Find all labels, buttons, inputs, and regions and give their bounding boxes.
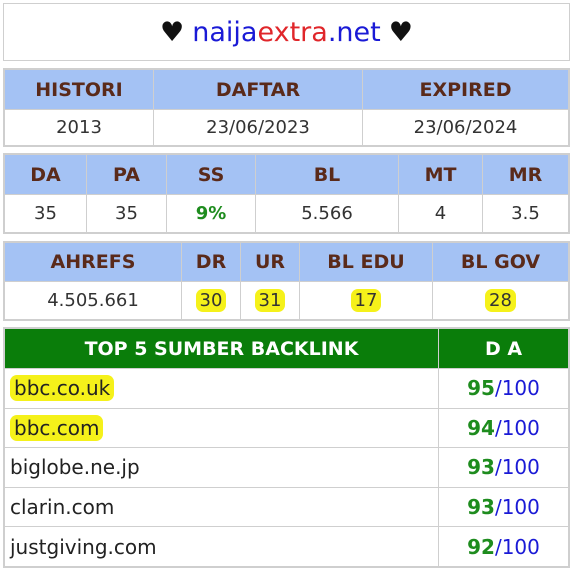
backlink-da-score: 92	[467, 534, 495, 559]
header-mt: MT	[398, 154, 483, 195]
table-row: biglobe.ne.jp 93/100	[4, 447, 569, 488]
heart-icon-left: ♥	[160, 16, 185, 48]
value-mr: 3.5	[482, 194, 569, 233]
backlink-da-score: 94	[467, 415, 495, 440]
value-bl: 5.566	[255, 194, 399, 233]
value-ur-cell: 31	[240, 281, 300, 320]
value-histori: 2013	[4, 109, 154, 146]
value-mt: 4	[398, 194, 483, 233]
backlink-site: justgiving.com	[4, 526, 439, 567]
backlink-site: bbc.co.uk	[10, 375, 115, 402]
value-ss: 9%	[166, 194, 256, 233]
header-histori: HISTORI	[4, 69, 154, 110]
table-row: bbc.co.uk 95/100	[4, 368, 569, 409]
value-expired: 23/06/2024	[362, 109, 569, 146]
value-bl-gov: 28	[485, 289, 516, 312]
value-bl-edu: 17	[350, 289, 382, 312]
backlink-site: biglobe.ne.jp	[4, 447, 439, 488]
table-row: justgiving.com 92/100	[4, 526, 569, 567]
header-top-backlink: TOP 5 SUMBER BACKLINK	[4, 328, 439, 369]
backlink-da-max: /100	[494, 455, 540, 480]
table-row: clarin.com 93/100	[4, 486, 569, 528]
header-ur: UR	[240, 242, 300, 282]
backlink-da-score: 93	[467, 495, 495, 520]
header-dr: DR	[181, 242, 241, 282]
header-ss: SS	[166, 154, 256, 195]
header-pa: PA	[86, 154, 167, 195]
header-expired: EXPIRED	[362, 69, 569, 110]
backlink-da-score: 95	[467, 376, 495, 401]
backlink-table: TOP 5 SUMBER BACKLINK D A bbc.co.uk 95/1…	[3, 327, 570, 568]
backlink-da-max: /100	[494, 534, 540, 559]
value-da: 35	[4, 194, 87, 233]
value-ur: 31	[254, 289, 286, 312]
site-name-part-naija: naija	[192, 16, 258, 48]
site-name: naijaextra.net	[192, 17, 380, 48]
table-row: bbc.com 94/100	[4, 407, 569, 449]
header-da: DA	[4, 154, 87, 195]
backlink-da-max: /100	[494, 415, 540, 440]
domain-info-table: HISTORI DAFTAR EXPIRED 2013 23/06/2023 2…	[3, 68, 570, 147]
backlink-da-score: 93	[467, 455, 495, 480]
value-pa: 35	[86, 194, 167, 233]
value-bl-gov-cell: 28	[432, 281, 569, 320]
header-bl-gov: BL GOV	[432, 242, 569, 282]
backlink-site: bbc.com	[10, 414, 104, 441]
value-ahrefs: 4.505.661	[4, 281, 182, 320]
metrics-table: DA PA SS BL MT MR 35 35 9% 5.566 4 3.5	[3, 153, 570, 234]
heart-icon-right: ♥	[388, 16, 413, 48]
site-name-part-tld: .net	[327, 16, 381, 48]
site-title-banner: ♥ naijaextra.net ♥	[3, 3, 570, 61]
site-name-part-extra: extra	[257, 16, 328, 48]
header-backlink-da: D A	[438, 328, 569, 369]
header-daftar: DAFTAR	[153, 69, 363, 110]
header-bl: BL	[255, 154, 399, 195]
backlink-da-max: /100	[494, 376, 540, 401]
header-ahrefs: AHREFS	[4, 242, 182, 282]
value-daftar: 23/06/2023	[153, 109, 363, 146]
ahrefs-table: AHREFS DR UR BL EDU BL GOV 4.505.661 30 …	[3, 241, 570, 321]
header-bl-edu: BL EDU	[299, 242, 433, 282]
value-dr-cell: 30	[181, 281, 241, 320]
backlink-da-max: /100	[494, 495, 540, 520]
header-mr: MR	[482, 154, 569, 195]
value-dr: 30	[195, 289, 227, 312]
value-bl-edu-cell: 17	[299, 281, 433, 320]
backlink-site: clarin.com	[4, 486, 439, 528]
